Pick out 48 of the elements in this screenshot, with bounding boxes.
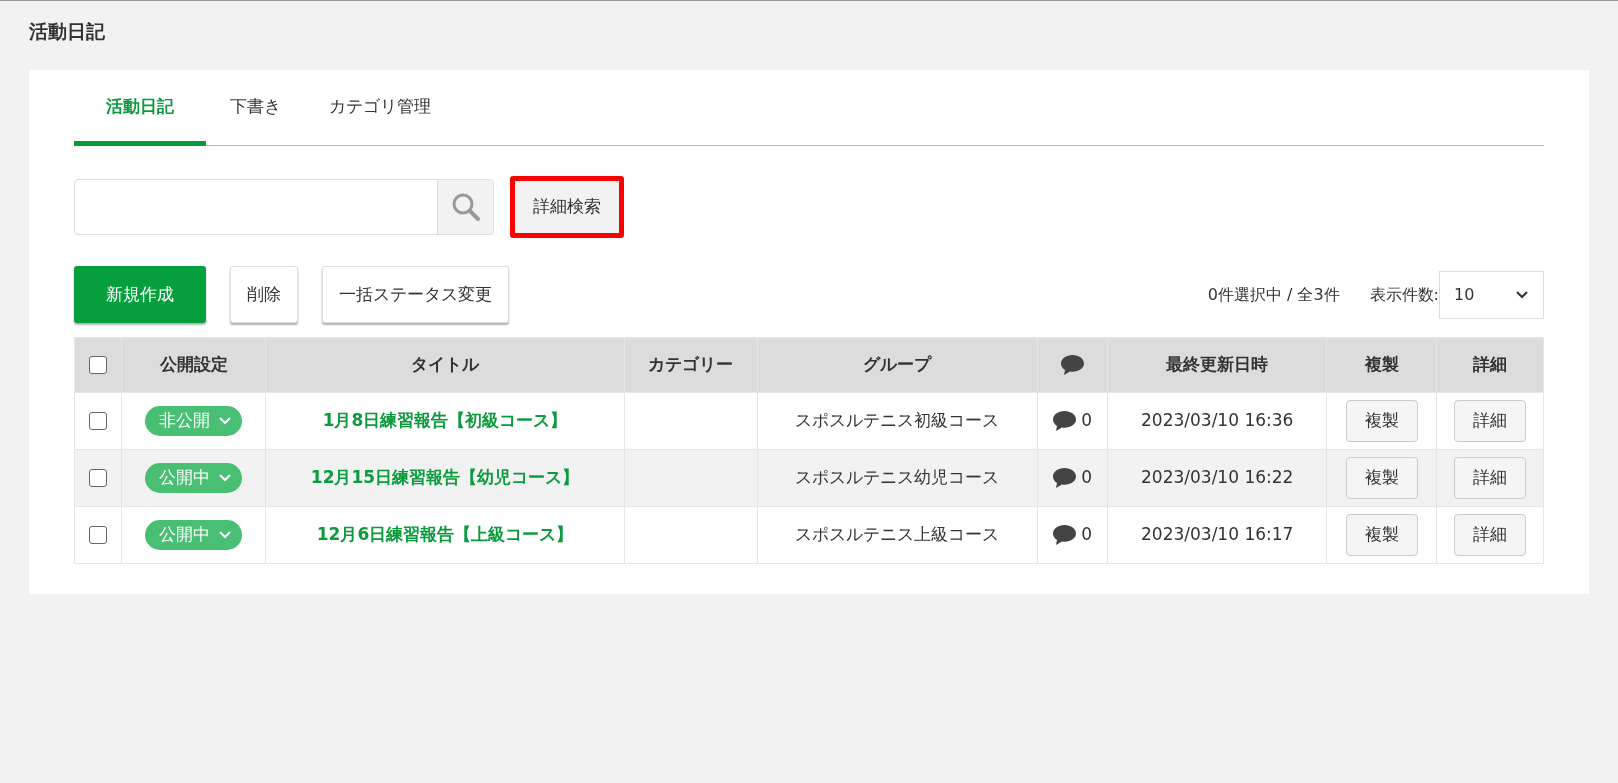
page-size-value: 10 [1454, 283, 1475, 306]
chevron-down-icon [218, 416, 233, 426]
search-field[interactable] [74, 179, 494, 235]
column-header: 公開設定 [159, 354, 228, 375]
speech-bubble-icon [1052, 467, 1078, 490]
checkbox[interactable] [89, 356, 108, 375]
tab[interactable]: 下書き [206, 83, 305, 146]
detail-button[interactable]: 詳細 [1454, 400, 1527, 442]
group-name: スポスルテニス初級コース [795, 410, 1000, 431]
page-title: 活動日記 [29, 19, 105, 44]
action-button[interactable]: 一括ステータス変更 [322, 266, 509, 323]
group-name: スポスルテニス幼児コース [795, 467, 1000, 488]
search-button[interactable] [437, 180, 493, 234]
updated-time: 2023/03/10 16:17 [1141, 524, 1294, 545]
chevron-down-icon [218, 530, 233, 540]
updated-time: 2023/03/10 16:36 [1141, 410, 1294, 431]
copy-button[interactable]: 複製 [1345, 514, 1418, 556]
speech-bubble-icon [1059, 354, 1085, 377]
speech-bubble-icon [1052, 524, 1078, 547]
search-icon [450, 192, 481, 222]
checkbox[interactable] [89, 469, 108, 488]
detail-button[interactable]: 詳細 [1454, 514, 1527, 556]
page-size-label: 表示件数: [1369, 283, 1439, 306]
column-header: カテゴリー [648, 354, 734, 375]
chevron-down-icon [1515, 289, 1529, 300]
column-header: 複製 [1364, 354, 1399, 375]
page-size-select[interactable]: 10 [1439, 270, 1544, 319]
copy-button[interactable]: 複製 [1345, 400, 1418, 442]
speech-bubble-icon [1052, 410, 1078, 433]
advanced-search-button[interactable]: 詳細検索 [510, 176, 624, 238]
comment-count: 0 [1081, 409, 1093, 433]
comment-count: 0 [1081, 523, 1093, 547]
group-name: スポスルテニス上級コース [795, 524, 1000, 545]
column-header: タイトル [411, 354, 479, 375]
updated-time: 2023/03/10 16:22 [1141, 467, 1294, 488]
selection-count: 0件選択中 / 全3件 [1207, 283, 1340, 306]
checkbox[interactable] [89, 526, 108, 545]
comment-count: 0 [1081, 466, 1093, 490]
detail-button[interactable]: 詳細 [1454, 457, 1527, 499]
chevron-down-icon [218, 473, 233, 483]
tab[interactable]: 活動日記 [74, 83, 206, 146]
column-header: 詳細 [1473, 354, 1508, 375]
column-header: グループ [863, 354, 932, 375]
checkbox[interactable] [89, 412, 108, 431]
column-header: 最終更新日時 [1166, 354, 1269, 375]
copy-button[interactable]: 複製 [1345, 457, 1418, 499]
tab[interactable]: カテゴリ管理 [305, 83, 455, 146]
action-button[interactable]: 削除 [230, 266, 298, 323]
